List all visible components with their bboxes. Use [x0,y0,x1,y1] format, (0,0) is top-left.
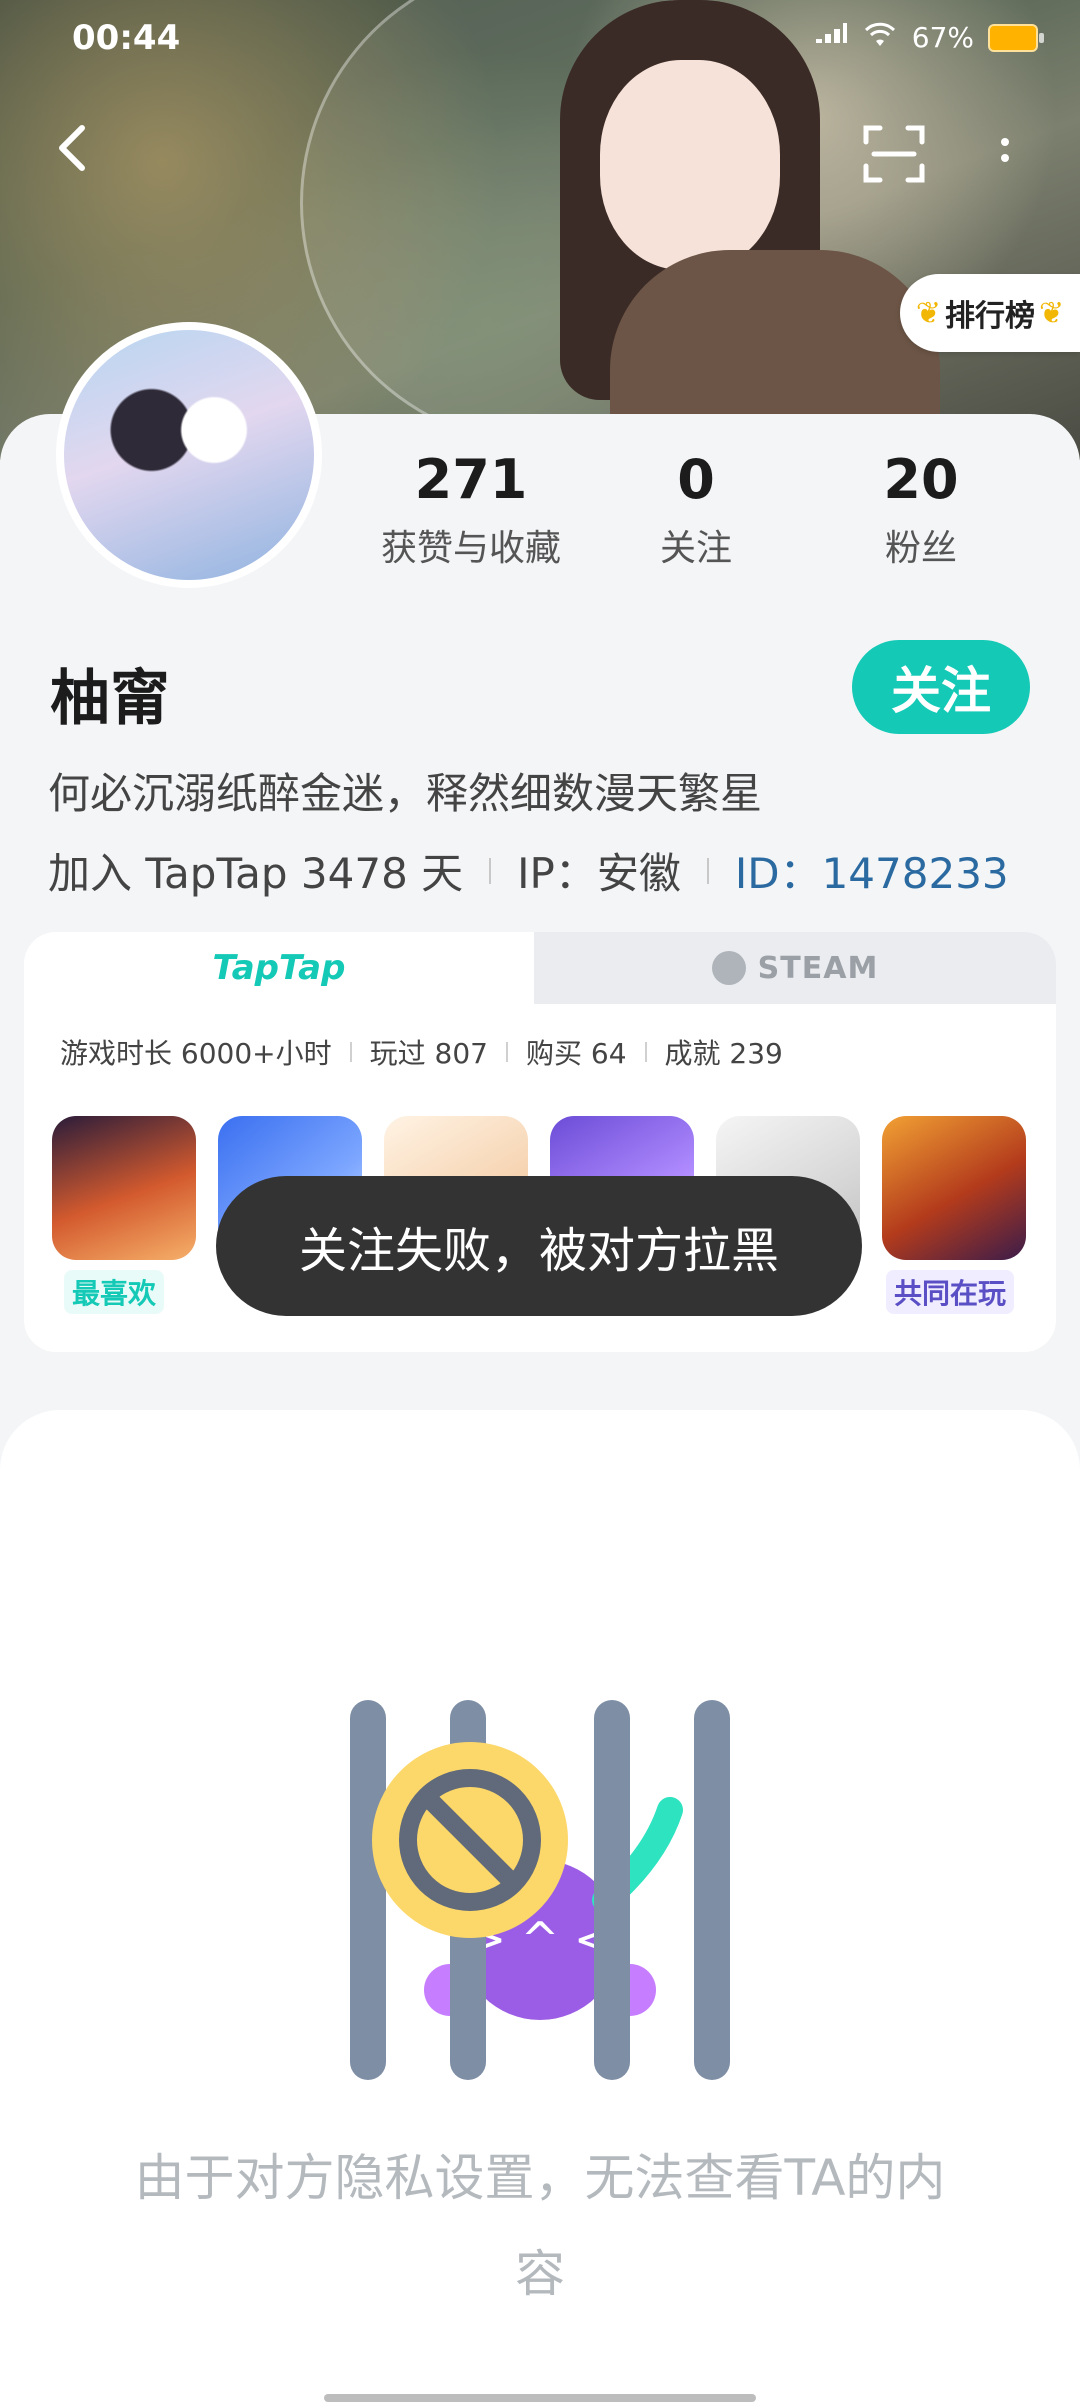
stats-divider [644,1042,647,1062]
tab-taptap[interactable]: TapTap [24,932,534,1004]
back-button[interactable] [46,120,102,176]
home-indicator[interactable] [324,2394,756,2402]
stat-following-label: 关注 [659,528,732,569]
laurel-right-icon: ❦ [1039,295,1065,331]
status-time: 00:44 [72,18,181,58]
more-icon [1001,138,1009,162]
tab-steam-label: STEAM [757,950,879,986]
playing-together-badge: 共同在玩 [886,1270,1015,1314]
follow-button[interactable]: 关注 [852,640,1030,734]
back-icon [59,125,85,171]
stat-following-value: 0 [677,448,715,511]
more-button[interactable] [990,128,1020,188]
blocked-illustration-icon: > ^ < [350,1700,730,2080]
wifi-icon [862,20,898,55]
status-icons: 67% [814,20,1044,55]
purchased-count: 购买 64 [525,1037,627,1070]
battery-icon [988,23,1044,52]
stats-divider [505,1042,508,1062]
rank-label: 排行榜 [945,299,1035,334]
scan-button[interactable] [862,124,926,184]
stat-likes[interactable]: 271 获赞与收藏 [356,448,586,571]
tab-taptap-label: TapTap [212,948,346,988]
banner-figure-face [600,60,780,270]
achievement-count: 成就 239 [664,1037,783,1070]
battery-percent: 67% [911,21,974,54]
privacy-message: 由于对方隐私设置，无法查看TA的内容 [134,2149,946,2303]
ip-location: IP：安徽 [517,849,681,898]
stat-followers[interactable]: 20 粉丝 [806,448,1036,571]
laurel-left-icon: ❦ [915,295,941,331]
signal-icon [814,21,848,54]
stat-likes-value: 271 [414,448,528,511]
joined-days: 加入 TapTap 3478 天 [48,849,464,898]
stat-likes-label: 获赞与收藏 [380,528,561,569]
user-name: 柚甯 [50,664,170,734]
steam-icon [711,951,746,985]
user-bio: 何必沉溺纸醉金迷，释然细数漫天繁星 [48,769,763,818]
game-tile-sky[interactable] [52,1116,196,1260]
user-id[interactable]: ID：1478233 [735,840,1009,901]
play-time: 游戏时长 6000+小时 [60,1037,332,1070]
tab-steam[interactable]: STEAM [534,932,1056,1004]
stat-followers-value: 20 [883,448,959,511]
meta-divider [489,857,492,884]
toast-message: 关注失败，被对方拉黑 [216,1176,862,1316]
stat-following[interactable]: 0 关注 [581,448,811,571]
game-stats: 游戏时长 6000+小时 玩过 807 购买 64 成就 239 [60,1032,783,1072]
favorite-badge: 最喜欢 [64,1270,165,1314]
rank-button[interactable]: ❦ 排行榜 ❦ [900,274,1080,352]
scan-icon [863,125,925,183]
played-count: 玩过 807 [369,1037,488,1070]
game-tile-honor-of-kings[interactable] [882,1116,1026,1260]
user-meta: 加入 TapTap 3478 天 IP：安徽 ID：1478233 [48,840,1009,901]
stats-divider [349,1042,352,1062]
meta-divider [706,857,709,884]
stat-followers-label: 粉丝 [884,528,957,569]
avatar[interactable] [56,322,322,588]
